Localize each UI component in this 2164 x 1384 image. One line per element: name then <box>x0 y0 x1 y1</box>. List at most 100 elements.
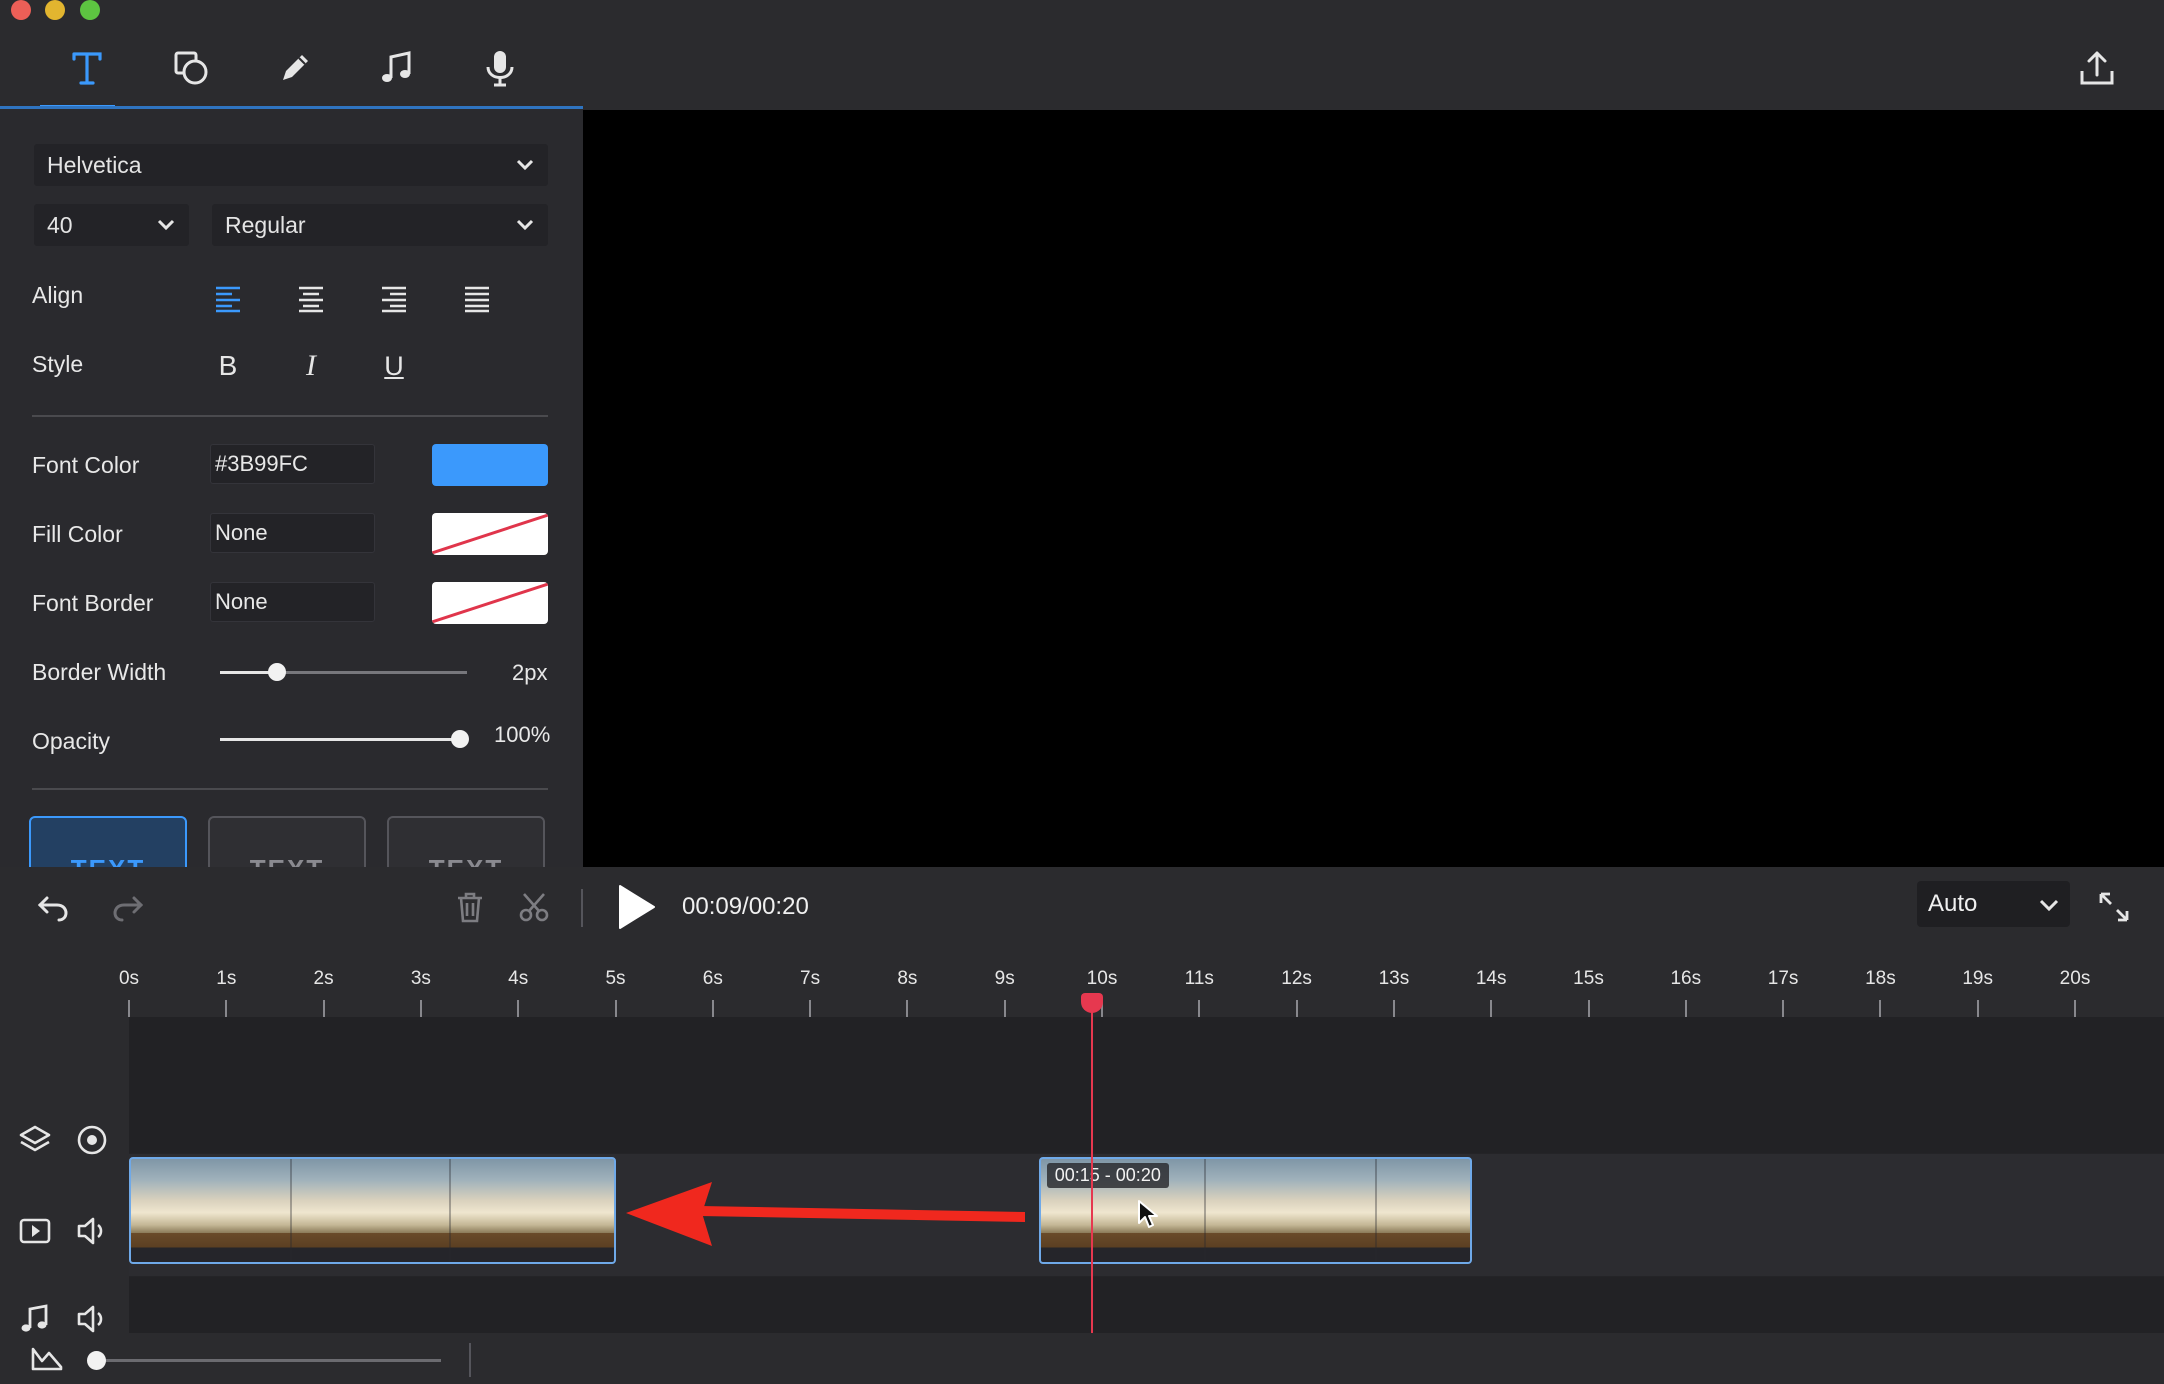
ruler-tick-label: 19s <box>1962 968 1994 989</box>
video-play-icon <box>19 1218 51 1244</box>
font-family-value: Helvetica <box>47 151 142 178</box>
text-preset-1[interactable]: TEXT <box>29 816 187 867</box>
ruler-tick <box>1782 1000 1785 1017</box>
export-button[interactable] <box>2070 42 2124 94</box>
ruler-tick <box>225 1000 228 1017</box>
ruler-tick <box>128 1000 130 1017</box>
ruler-tick <box>1976 1000 1979 1017</box>
align-label: Align <box>32 282 84 308</box>
redo-button[interactable] <box>105 885 151 931</box>
move-direction-arrow <box>626 1182 1025 1246</box>
align-right-button[interactable] <box>372 276 416 320</box>
ruler-tick <box>1295 1000 1298 1017</box>
fill-color-swatch[interactable] <box>432 513 548 555</box>
text-track-visibility-toggle[interactable] <box>70 1118 114 1162</box>
italic-button[interactable]: I <box>289 344 333 388</box>
font-border-label: Font Border <box>32 590 154 616</box>
video-preview-canvas[interactable] <box>583 110 2164 867</box>
zoom-bar-separator <box>469 1343 471 1377</box>
video-track-button[interactable] <box>13 1209 57 1253</box>
text-layer-button[interactable] <box>13 1118 57 1162</box>
timeline-ruler[interactable]: 0s 1s 2s 3s 4s 5s 6s 7s 8s 9s 10s 11s 12s 13s 14s 15s 16… <box>0 960 2164 1017</box>
video-clip[interactable] <box>129 1157 616 1264</box>
timeline-zoom-slider[interactable] <box>96 1359 441 1362</box>
ruler-tick <box>614 1000 617 1017</box>
border-width-slider-knob[interactable] <box>267 663 286 681</box>
text-tool-button[interactable] <box>59 40 115 96</box>
underline-glyph: U <box>384 350 404 381</box>
opacity-label: Opacity <box>32 728 110 754</box>
font-color-label: Font Color <box>32 452 140 478</box>
no-color-slash-icon <box>432 582 548 624</box>
play-icon <box>619 885 655 929</box>
export-icon <box>2080 51 2114 85</box>
shape-tool-button[interactable] <box>163 40 219 96</box>
expand-timeline-button[interactable] <box>2092 885 2136 929</box>
play-button[interactable] <box>610 881 662 933</box>
ruler-tick-label: 15s <box>1573 968 1604 989</box>
toolbar-separator <box>581 889 583 927</box>
font-family-select[interactable]: Helvetica <box>34 144 548 186</box>
mouse-cursor-icon <box>1137 1200 1158 1228</box>
text-preset-3[interactable]: TEXT <box>387 816 545 867</box>
font-color-field[interactable]: #3B99FC <box>210 444 375 484</box>
minimize-window-button[interactable] <box>45 0 65 20</box>
ruler-tick-label: 11s <box>1184 968 1214 989</box>
bold-button[interactable]: B <box>206 344 250 388</box>
ruler-tick <box>711 1000 714 1017</box>
ruler-tick-label: 5s <box>605 968 626 989</box>
text-track-lane[interactable] <box>129 1017 2164 1153</box>
split-button[interactable] <box>512 885 556 929</box>
music-tool-button[interactable] <box>369 40 425 96</box>
ruler-tick-label: 20s <box>2059 968 2091 989</box>
ruler-tick-label: 18s <box>1865 968 1896 989</box>
toolbar <box>0 0 2164 110</box>
clip-frame-divider <box>290 1159 293 1262</box>
section-divider <box>32 415 548 417</box>
opacity-value: 100% <box>494 722 551 747</box>
record-tool-button[interactable] <box>472 40 528 96</box>
delete-button[interactable] <box>448 885 492 929</box>
undo-icon <box>37 896 68 922</box>
font-border-swatch[interactable] <box>432 582 548 624</box>
align-center-icon <box>299 286 323 313</box>
music-note-icon <box>382 51 411 82</box>
clip-time-range-badge: 00:15 - 00:20 <box>1046 1163 1169 1188</box>
ruler-tick-label: 1s <box>216 968 237 989</box>
zoom-window-button[interactable] <box>80 0 100 20</box>
timeline-zoom-slider-knob[interactable] <box>87 1351 106 1370</box>
mountain-icon <box>31 1347 63 1371</box>
fill-color-field[interactable]: None <box>210 513 375 553</box>
no-color-slash-icon <box>432 513 548 555</box>
align-justify-icon <box>465 286 489 313</box>
bold-glyph: B <box>218 350 238 381</box>
zoom-scale-button[interactable] <box>30 1341 64 1380</box>
video-clip[interactable]: 00:15 - 00:20 <box>1038 1157 1472 1264</box>
speaker-icon <box>77 1217 103 1245</box>
close-window-button[interactable] <box>11 0 31 20</box>
audio-track-lane[interactable] <box>129 1277 2164 1333</box>
font-size-select[interactable]: 40 <box>34 204 189 246</box>
align-justify-button[interactable] <box>455 276 499 320</box>
undo-button[interactable] <box>30 885 76 931</box>
chevron-down-icon <box>2039 899 2059 912</box>
eye-icon <box>77 1125 107 1155</box>
underline-button[interactable]: U <box>372 344 416 388</box>
ruler-tick-label: 13s <box>1378 968 1410 989</box>
ruler-tick <box>1879 1000 1882 1017</box>
playback-timecode: 00:09/00:20 <box>682 893 809 920</box>
ruler-tick-label: 3s <box>410 968 431 989</box>
video-track-mute-toggle[interactable] <box>70 1209 114 1253</box>
fill-color-label: Fill Color <box>32 521 123 547</box>
font-border-field[interactable]: None <box>210 582 375 622</box>
font-color-swatch[interactable] <box>432 444 548 486</box>
timeline-zoom-select[interactable]: Auto <box>1917 881 2070 927</box>
ruler-tick-label: 14s <box>1475 968 1507 989</box>
align-center-button[interactable] <box>289 276 333 320</box>
draw-tool-button[interactable] <box>267 40 323 96</box>
section-divider <box>32 788 548 790</box>
align-left-button[interactable] <box>206 276 250 320</box>
font-weight-select[interactable]: Regular <box>212 204 548 246</box>
text-preset-2[interactable]: TEXT <box>208 816 366 867</box>
opacity-slider-knob[interactable] <box>451 730 469 748</box>
